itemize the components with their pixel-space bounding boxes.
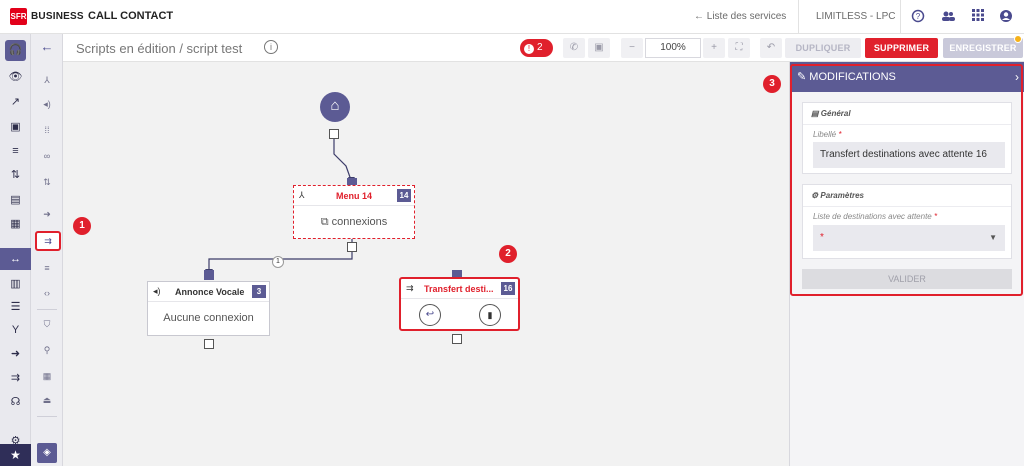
node-number: 3 <box>252 285 266 298</box>
edge-label[interactable]: 1 <box>272 256 284 268</box>
info-icon[interactable]: i <box>264 40 278 54</box>
apps-grid-icon[interactable] <box>970 9 986 25</box>
branch-icon[interactable]: Y <box>0 319 31 341</box>
briefcase-icon[interactable]: ▣ <box>588 38 610 58</box>
queue-icon[interactable]: ≡ <box>0 140 31 162</box>
zoom-out-button[interactable]: − <box>621 38 643 58</box>
node-palette: ← ⅄ ◂) ⁞⁞ ∞ ⇅ ➜ ⇉ ≡ ‹› ⛉ ⚲ ▦ ⏏ ◈ <box>31 34 63 466</box>
star-icon[interactable]: ★ <box>0 444 31 466</box>
transfer-output-port[interactable] <box>452 334 462 344</box>
svg-text:?: ? <box>916 12 921 21</box>
delete-button[interactable]: SUPPRIMER <box>865 38 938 58</box>
phone-icon[interactable]: ✆ <box>563 38 585 58</box>
transfer-dest-icon[interactable]: ⇉ <box>0 367 31 389</box>
alert-count: 2 <box>537 42 543 53</box>
connections-icon: ⧉ <box>320 216 332 228</box>
voice-node-icon[interactable]: ◂) <box>39 96 55 112</box>
connections-layer <box>205 135 355 275</box>
home-icon[interactable]: ⌂ <box>320 92 350 122</box>
sfr-logo: SFR <box>10 8 27 25</box>
transfer-node-title: Transfert desti... <box>424 284 494 294</box>
headset-icon[interactable]: 🎧 <box>5 40 26 61</box>
keypad-node-icon[interactable]: ⁞⁞ <box>39 122 55 138</box>
transfer-dest-icon: ⇉ <box>406 283 414 293</box>
account-name[interactable]: LIMITLESS - LPC <box>816 11 895 22</box>
callout-2: 2 <box>499 245 517 263</box>
undo-icon[interactable]: ↶ <box>760 38 782 58</box>
list-icon[interactable]: ☰ <box>0 296 31 318</box>
message-icon[interactable]: ▤ <box>0 189 31 211</box>
node-number: 16 <box>501 282 515 295</box>
menu-node-icon: ⅄ <box>299 190 305 200</box>
profile-icon[interactable] <box>998 9 1014 25</box>
sort-node-icon[interactable]: ⇅ <box>39 174 55 190</box>
services-link[interactable]: ← Liste des services <box>694 11 786 22</box>
speaker-icon: ◂) <box>153 286 161 296</box>
pin-node-icon[interactable]: ⚲ <box>39 342 55 358</box>
menu-node[interactable]: ⅄ Menu 14 14 ⧉ connexions <box>293 185 415 239</box>
users-icon[interactable] <box>940 9 956 25</box>
node-header: ⇉ Transfert desti... 16 <box>401 279 518 299</box>
main-sidebar: 🎧 👁 ↗ ▣ ≡ ⇅ ▤ ▦ ↔ ▥ ☰ Y ➜ ⇉ ☊ ⚙ ★ <box>0 34 31 466</box>
voice-node[interactable]: ◂) Annonce Vocale 3 Aucune connexion <box>147 281 270 336</box>
help-icon[interactable]: ? <box>910 9 926 25</box>
reply-icon[interactable]: ↩ <box>419 304 441 326</box>
menu-output-port[interactable] <box>347 242 357 252</box>
headset-small-icon[interactable]: ☊ <box>0 391 31 413</box>
callout-3: 3 <box>763 75 781 93</box>
code-node-icon[interactable]: ‹› <box>39 285 55 301</box>
alert-icon: ! <box>524 44 534 54</box>
separator <box>900 0 901 34</box>
separator <box>798 0 799 34</box>
brand-label: BUSINESS <box>31 11 84 22</box>
transfer-icon[interactable]: ⇅ <box>0 164 31 186</box>
start-port[interactable] <box>329 129 339 139</box>
palette-divider <box>37 416 57 417</box>
voice-node-title: Annonce Vocale <box>175 287 245 297</box>
app-title: CALL CONTACT <box>88 10 174 22</box>
transfer-node[interactable]: ⇉ Transfert desti... 16 ↩ ▮ <box>399 277 520 331</box>
node-header: ⅄ Menu 14 14 <box>294 186 414 206</box>
voice-input-port[interactable] <box>204 270 214 280</box>
editor-toolbar: Scripts en édition / script test i ! 2 ✆ … <box>63 34 1024 62</box>
menu-node-icon[interactable]: ⅄ <box>39 72 55 88</box>
transfer-destinations-tool[interactable]: ⇉ <box>35 231 61 251</box>
trend-icon[interactable]: ↗ <box>0 91 31 113</box>
connections-text: connexions <box>331 216 388 228</box>
callout-1: 1 <box>73 217 91 235</box>
alert-badge[interactable]: ! 2 <box>520 39 553 57</box>
unsaved-indicator <box>1014 35 1022 43</box>
back-arrow-icon[interactable]: ← <box>39 39 55 55</box>
node-header: ◂) Annonce Vocale 3 <box>148 282 269 302</box>
duplicate-button[interactable]: DUPLIQUER <box>785 38 861 58</box>
menu-node-title: Menu 14 <box>336 191 373 201</box>
list-node-icon[interactable]: ≡ <box>39 260 55 276</box>
node-number: 14 <box>397 189 411 202</box>
contact-card-icon[interactable]: ▦ <box>0 213 31 235</box>
calendar-node-icon[interactable]: ▦ <box>39 368 55 384</box>
forward-node-icon[interactable]: ➜ <box>39 206 55 222</box>
fit-screen-icon[interactable]: ⛶ <box>728 38 750 58</box>
link-icon[interactable]: ↔ <box>0 248 31 270</box>
forward-icon[interactable]: ➜ <box>0 343 31 365</box>
voicemail-node-icon[interactable]: ∞ <box>39 148 55 164</box>
top-bar: SFR BUSINESS CALL CONTACT ← Liste des se… <box>0 0 1024 34</box>
breadcrumb: Scripts en édition / script test <box>76 41 243 56</box>
calendar-icon[interactable]: ▥ <box>0 273 31 295</box>
trash-icon[interactable]: ▮ <box>479 304 501 326</box>
voice-output-port[interactable] <box>204 339 214 349</box>
script-canvas[interactable]: ⌂ ⅄ Menu 14 14 ⧉ connexions 1 ◂) Annonce… <box>63 62 788 466</box>
save-button[interactable]: ENREGISTRER <box>943 38 1023 58</box>
zoom-in-button[interactable]: + <box>703 38 725 58</box>
palette-divider <box>37 309 57 310</box>
layers-icon[interactable]: ◈ <box>37 443 57 463</box>
zoom-level[interactable]: 100% <box>645 38 701 58</box>
no-connection-label: Aucune connexion <box>163 312 254 324</box>
callout-3-box <box>790 64 1023 296</box>
save-icon[interactable]: ▣ <box>0 116 31 138</box>
shield-node-icon[interactable]: ⛉ <box>39 316 55 332</box>
connections-label: ⧉ connexions <box>294 216 414 229</box>
hangup-node-icon[interactable]: ⏏ <box>39 392 55 408</box>
eye-icon[interactable]: 👁 <box>0 66 31 88</box>
